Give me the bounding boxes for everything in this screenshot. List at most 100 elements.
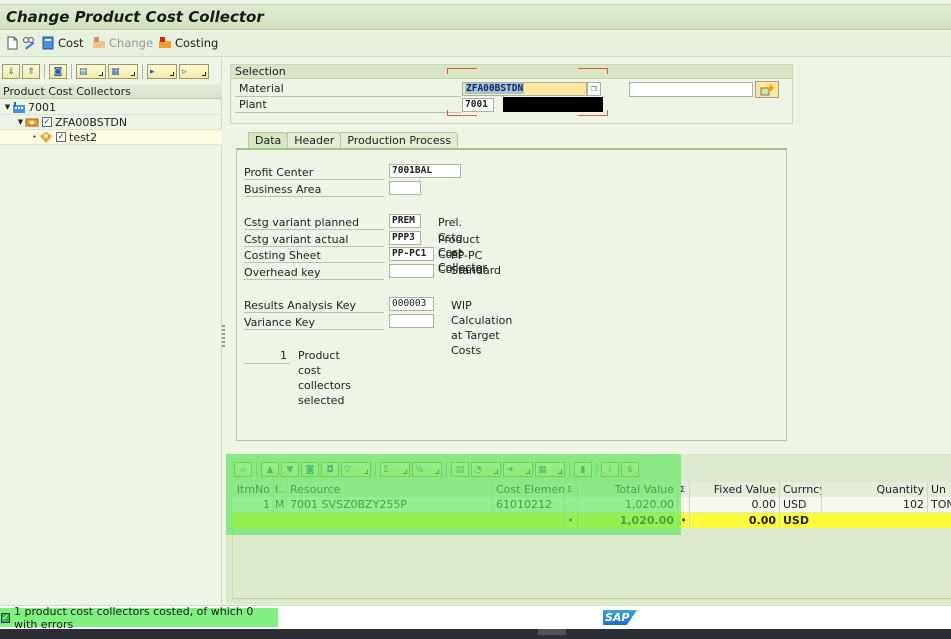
profit-center-input[interactable]: 7001BAL <box>389 164 461 178</box>
find-next-button[interactable]: ◘ <box>321 462 339 477</box>
filter-button[interactable]: ▽ <box>341 462 371 477</box>
cost-collector-checkbox[interactable]: ✓ <box>56 132 66 142</box>
tree-node-cost-collector[interactable]: • ✓ test2 <box>0 130 222 145</box>
new-button[interactable] <box>5 36 19 50</box>
business-area-input[interactable] <box>389 181 421 195</box>
overhead-key-input[interactable] <box>389 264 434 278</box>
cell-resource: 7001 SVSZ0BZY255P <box>287 497 493 512</box>
toolbar-separator <box>256 462 257 477</box>
col-header-itmno[interactable]: ItmNo <box>232 482 274 497</box>
sort-descending-button[interactable]: ▼ <box>281 462 299 477</box>
col-header-cost-element[interactable]: Cost Element <box>493 482 565 497</box>
multiple-selection-button[interactable]: ❐ <box>587 82 601 96</box>
tree-node-plant[interactable]: ▼ 7001 <box>0 100 222 115</box>
application-toolbar: Cost Change Costing <box>0 31 951 57</box>
costing-sheet-input[interactable]: PP-PC1 <box>389 247 434 261</box>
col-header-resource[interactable]: Resource <box>287 482 493 497</box>
cstg-variant-actual-input[interactable]: PPP3 <box>389 231 421 245</box>
expand-all-button[interactable]: ⇓ <box>2 64 20 79</box>
print-button[interactable]: ▤ <box>451 462 469 477</box>
col-header-i[interactable]: I... <box>274 482 287 497</box>
tab-header[interactable]: Header <box>287 132 342 149</box>
layout-icon: ▦ <box>538 464 547 475</box>
material-checkbox[interactable]: ✓ <box>42 117 52 127</box>
extra-input[interactable] <box>629 82 753 97</box>
overhead-key-label: Overhead key <box>244 265 384 280</box>
toolbar-separator <box>375 462 376 477</box>
success-check-icon: ✓ <box>1 612 10 623</box>
sap-logo: SAP <box>603 610 637 625</box>
sort-ascending-button[interactable]: ▲ <box>261 462 279 477</box>
costing-button-label: Costing <box>175 36 219 50</box>
collapse-all-button[interactable]: ⇑ <box>22 64 40 79</box>
collapse-icon: ⇑ <box>27 66 35 77</box>
filter-icon: ▽ <box>344 464 351 475</box>
layout-button[interactable]: ▦ <box>535 462 565 477</box>
col-header-currency[interactable]: Currncy <box>780 482 822 497</box>
bullet-icon: • <box>32 133 37 141</box>
cost-component-icon: $ <box>627 464 633 475</box>
profit-center-label: Profit Center <box>244 165 384 180</box>
alv-grid: ⌕ ▲ ▼ ◙ ◘ ▽ Σ % ▤ ◔ ➜ ▦ ▮ i $ ItmNo I...… <box>226 454 951 604</box>
new-document-icon <box>7 36 18 50</box>
cstg-variant-planned-input[interactable]: PREM <box>389 214 421 228</box>
col-header-sigma[interactable]: Σ <box>678 482 690 497</box>
expand-icon: ⇓ <box>7 66 15 77</box>
vertical-splitter[interactable] <box>222 325 225 349</box>
execute-selection-button[interactable] <box>755 81 779 98</box>
tree: ▼ 7001 ▼ ✓ ZFA00BSTDN • ✓ test2 <box>0 100 222 145</box>
col-header-total-value[interactable]: Total Value <box>578 482 678 497</box>
cell-sigma <box>565 497 578 512</box>
cell-total-value: 1,020.00 <box>578 497 678 512</box>
tree-label: test2 <box>69 130 98 144</box>
info-button[interactable]: i <box>601 462 619 477</box>
details-button[interactable]: ⌕ <box>234 462 252 477</box>
alv-toolbar: ⌕ ▲ ▼ ◙ ◘ ▽ Σ % ▤ ◔ ➜ ▦ ▮ i $ <box>226 454 951 482</box>
plant-label: Plant <box>235 98 461 113</box>
col-header-quantity[interactable]: Quantity <box>822 482 928 497</box>
cost-button-label: Cost <box>58 36 84 50</box>
cost-button[interactable]: Cost <box>41 36 84 50</box>
total-button[interactable]: Σ <box>380 462 410 477</box>
find-button[interactable]: ◙ <box>301 462 319 477</box>
find-button[interactable]: ◙ <box>49 64 67 79</box>
export-button[interactable]: ▸ <box>147 64 177 79</box>
print-button[interactable]: ▤ <box>76 64 106 79</box>
status-bar: ✓ 1 product cost collectors costed, of w… <box>0 605 951 631</box>
info-icon: i <box>608 464 612 475</box>
cost-component-button[interactable]: $ <box>621 462 639 477</box>
table-row[interactable]: 1 M 7001 SVSZ0BZY255P 61010212 1,020.00 … <box>232 497 951 512</box>
print-icon: ▤ <box>455 464 465 475</box>
expand-triangle-icon[interactable]: ▼ <box>3 103 12 111</box>
costing-change-icon <box>93 37 105 48</box>
left-pane: ⇓ ⇑ ◙ ▤ ▦ ▸ ▹ Product Cost Collectors ▼ … <box>0 58 222 604</box>
material-input[interactable]: ZFA00BSTDN <box>462 82 587 96</box>
tab-data[interactable]: Data <box>248 132 289 149</box>
display-change-button[interactable] <box>22 36 36 50</box>
totals-total-value: 1,020.00 <box>578 513 678 528</box>
sort-descending-icon: ▼ <box>286 464 294 475</box>
results-analysis-key-input[interactable]: 000003 <box>389 297 434 311</box>
focus-corner <box>578 68 608 74</box>
col-header-unit[interactable]: Un <box>928 482 951 497</box>
expand-triangle-icon[interactable]: ▼ <box>16 118 25 126</box>
subtotal-button[interactable]: % <box>412 462 442 477</box>
export2-button[interactable]: ▹ <box>179 64 209 79</box>
binoculars-icon: ◙ <box>53 66 63 77</box>
layout-button[interactable]: ▦ <box>108 64 138 79</box>
col-header-sigma[interactable]: Σ <box>565 482 578 497</box>
change-button[interactable]: Change <box>92 36 153 50</box>
focus-corner <box>447 68 477 74</box>
variance-key-input[interactable] <box>389 314 434 328</box>
views-button[interactable]: ◔ <box>471 462 501 477</box>
graphic-button[interactable]: ▮ <box>574 462 592 477</box>
tree-node-material[interactable]: ▼ ✓ ZFA00BSTDN <box>0 115 222 130</box>
alv-header-row: ItmNo I... Resource Cost Element Σ Total… <box>232 482 951 497</box>
col-header-fixed-value[interactable]: Fixed Value <box>690 482 780 497</box>
results-analysis-key-label: Results Analysis Key <box>244 298 384 313</box>
export-button[interactable]: ➜ <box>503 462 533 477</box>
cell-cost-element: 61010212 <box>493 497 565 512</box>
status-message[interactable]: ✓ 1 product cost collectors costed, of w… <box>0 605 278 631</box>
costing-button[interactable]: Costing <box>158 36 218 50</box>
tab-production-process[interactable]: Production Process <box>340 132 459 149</box>
